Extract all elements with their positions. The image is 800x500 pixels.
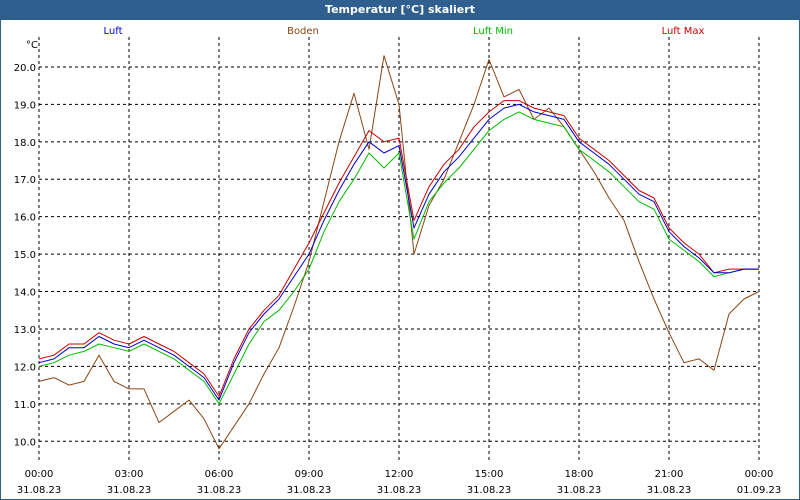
series-line-luft-min	[38, 111, 759, 405]
x-tick-time: 06:00	[205, 469, 234, 480]
y-axis-unit: °C	[26, 40, 38, 51]
x-tick-time: 12:00	[385, 469, 414, 480]
y-tick-label: 20.0	[14, 63, 36, 74]
legend-boden: Boden	[287, 26, 319, 37]
x-tick-time: 21:00	[655, 469, 684, 480]
y-tick-label: 15.0	[14, 250, 36, 261]
x-tick-date: 31.08.23	[17, 485, 62, 496]
y-tick-label: 13.0	[14, 325, 36, 336]
x-tick-date: 31.08.23	[557, 485, 602, 496]
x-tick-time: 00:00	[745, 469, 774, 480]
y-tick-label: 16.0	[14, 213, 36, 224]
y-tick-label: 18.0	[14, 138, 36, 149]
y-tick-label: 10.0	[14, 437, 36, 448]
y-tick-label: 19.0	[14, 100, 36, 111]
y-tick-label: 11.0	[14, 400, 36, 411]
x-tick-date: 31.08.23	[467, 485, 512, 496]
x-tick-time: 09:00	[295, 469, 324, 480]
series-line-boden	[38, 55, 760, 450]
legend-luft-max: Luft Max	[662, 26, 705, 37]
x-tick-time: 00:00	[25, 469, 54, 480]
x-tick-date: 31.08.23	[287, 485, 332, 496]
series-layer	[38, 55, 760, 450]
x-tick-date: 31.08.23	[647, 485, 692, 496]
x-tick-time: 18:00	[565, 469, 594, 480]
y-tick-label: 14.0	[14, 288, 36, 299]
x-tick-date: 31.08.23	[377, 485, 422, 496]
x-tick-date: 31.08.23	[197, 485, 242, 496]
x-tick-date: 31.08.23	[107, 485, 152, 496]
x-tick-time: 03:00	[115, 469, 144, 480]
x-tick-time: 15:00	[475, 469, 504, 480]
legend-luft-min: Luft Min	[473, 26, 513, 37]
y-tick-label: 17.0	[14, 175, 36, 186]
y-tick-label: 12.0	[14, 362, 36, 373]
x-tick-date: 01.09.23	[737, 485, 782, 496]
legend-luft: Luft	[104, 26, 123, 37]
temperature-chart: Luft Boden Luft Min Luft Max °C 10.0 11.0…	[14, 26, 782, 496]
